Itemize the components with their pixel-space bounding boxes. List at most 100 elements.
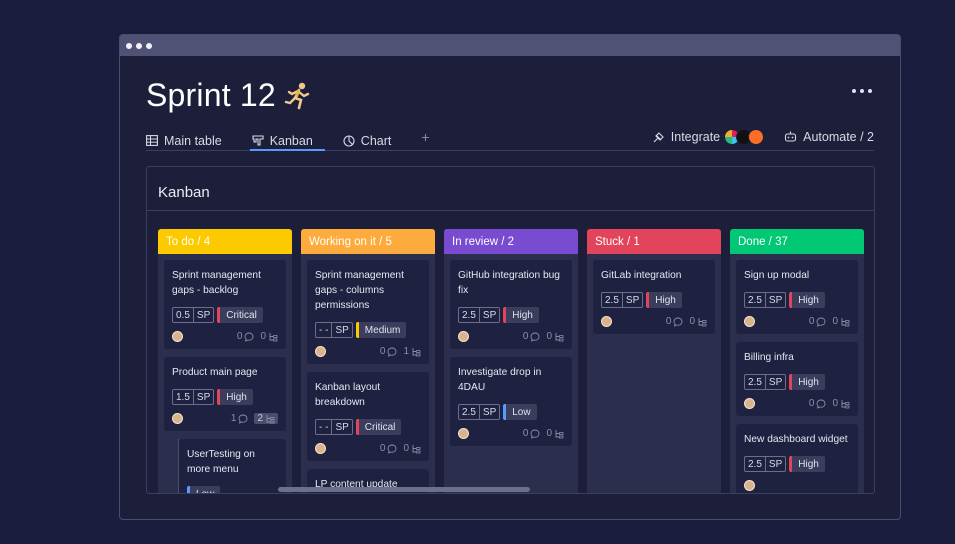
priority-badge[interactable]: High <box>646 292 682 308</box>
card-meta: 00 <box>315 443 421 454</box>
horizontal-scrollbar[interactable] <box>278 487 530 492</box>
subitem-count[interactable]: 0 <box>832 316 850 327</box>
story-points-label: SP <box>768 294 783 306</box>
tab-chart[interactable]: Chart <box>343 129 391 150</box>
add-view-button[interactable]: + <box>421 129 429 145</box>
kanban-card[interactable]: Kanban layout breakdown - - SP Critical 0 0 <box>307 372 429 461</box>
column-header[interactable]: To do / 4 <box>158 229 292 254</box>
priority-badge[interactable]: Low <box>503 404 537 420</box>
priority-badge[interactable]: High <box>503 307 539 323</box>
comment-count[interactable]: 1 <box>231 413 249 424</box>
priority-badge[interactable]: High <box>789 374 825 390</box>
column-body: GitHub integration bug fix 2.5 SP High 0 0 Inv… <box>444 254 578 454</box>
avatar[interactable] <box>744 316 755 327</box>
avatar[interactable] <box>172 331 183 342</box>
comment-count[interactable]: 0 <box>523 331 541 342</box>
comment-icon <box>673 317 683 327</box>
column-header[interactable]: In review / 2 <box>444 229 578 254</box>
column-header[interactable]: Working on it / 5 <box>301 229 435 254</box>
card-title: Sprint management gaps - backlog <box>172 270 261 296</box>
priority-badge[interactable]: High <box>789 456 825 472</box>
kanban-column: Working on it / 5 Sprint management gaps … <box>301 229 435 493</box>
story-points-value: - - <box>316 420 333 434</box>
integrate-button[interactable]: Integrate <box>671 130 720 144</box>
story-points[interactable]: 1.5 SP <box>172 389 215 405</box>
priority-badge[interactable]: Low <box>187 486 221 493</box>
kanban-card[interactable]: Billing infra 2.5 SP High 0 0 <box>736 342 858 416</box>
story-points-value: 2.5 <box>745 375 766 389</box>
avatar[interactable] <box>172 413 183 424</box>
comment-count[interactable]: 0 <box>380 346 398 357</box>
subitem-count[interactable]: 1 <box>403 346 421 357</box>
comment-count[interactable]: 0 <box>237 331 255 342</box>
comment-count[interactable]: 0 <box>523 428 541 439</box>
card-meta: 00 <box>458 428 564 439</box>
story-points-value: 2.5 <box>602 293 623 307</box>
card-title: GitLab integration <box>601 270 682 281</box>
story-points-label: SP <box>335 324 349 336</box>
subitem-count[interactable]: 0 <box>403 443 421 454</box>
card-tags: 1.5 SP High <box>172 389 278 405</box>
priority-badge[interactable]: High <box>217 389 253 405</box>
subitem-count[interactable]: 0 <box>260 331 278 342</box>
kanban-card[interactable]: Product main page 1.5 SP High 1 2 <box>164 357 286 431</box>
kanban-card[interactable]: GitLab integration 2.5 SP High 0 0 <box>593 260 715 334</box>
kanban-card[interactable]: GitHub integration bug fix 2.5 SP High 0 0 <box>450 260 572 349</box>
avatar[interactable] <box>744 480 755 491</box>
card-tags: 2.5 SP High <box>601 292 707 308</box>
story-points[interactable]: 0.5 SP <box>172 307 215 323</box>
tab-kanban[interactable]: Kanban <box>249 129 325 151</box>
comment-count[interactable]: 0 <box>809 316 827 327</box>
avatar[interactable] <box>744 398 755 409</box>
kanban-card[interactable]: Sprint management gaps - columns permiss… <box>307 260 429 364</box>
automate-button[interactable]: Automate / 2 <box>803 130 874 144</box>
comment-count[interactable]: 0 <box>666 316 684 327</box>
story-points[interactable]: 2.5 SP <box>458 404 501 420</box>
subitem-count[interactable]: 0 <box>546 331 564 342</box>
column-header[interactable]: Stuck / 1 <box>587 229 721 254</box>
kanban-column: Done / 37 Sign up modal 2.5 SP High 0 0 Billing… <box>730 229 864 493</box>
story-points-value: 0.5 <box>173 308 194 322</box>
column-header[interactable]: Done / 37 <box>730 229 864 254</box>
more-options-button[interactable] <box>852 89 872 93</box>
subitem-group: UserTesting on more menu Low <box>178 439 286 493</box>
tab-main-table[interactable]: Main table <box>146 129 222 150</box>
avatar[interactable] <box>458 331 469 342</box>
comment-count[interactable]: 0 <box>809 398 827 409</box>
subitems-icon <box>412 444 421 453</box>
priority-badge[interactable]: Critical <box>217 307 263 323</box>
subitem-count[interactable]: 2 <box>254 413 278 424</box>
comment-count[interactable]: 0 <box>380 443 398 454</box>
table-icon <box>146 135 158 146</box>
story-points[interactable]: 2.5 SP <box>601 292 644 308</box>
card-tags: 2.5 SP High <box>458 307 564 323</box>
priority-badge[interactable]: Medium <box>355 322 407 338</box>
story-points-value: 2.5 <box>745 293 766 307</box>
subitem-card[interactable]: UserTesting on more menu Low <box>179 439 286 493</box>
story-points-label: SP <box>768 376 783 388</box>
priority-badge[interactable]: High <box>789 292 825 308</box>
integration-apps[interactable] <box>724 129 765 145</box>
subitem-count[interactable]: 0 <box>546 428 564 439</box>
avatar[interactable] <box>315 346 326 357</box>
avatar[interactable] <box>458 428 469 439</box>
comment-count-value: 1 <box>230 413 237 424</box>
avatar[interactable] <box>601 316 612 327</box>
subitem-count[interactable]: 0 <box>832 398 850 409</box>
story-points[interactable]: 2.5 SP <box>744 456 787 472</box>
kanban-card[interactable]: Sign up modal 2.5 SP High 0 0 <box>736 260 858 334</box>
kanban-card[interactable]: New dashboard widget 2.5 SP High <box>736 424 858 493</box>
kanban-columns: To do / 4 Sprint management gaps - backlo… <box>158 229 864 493</box>
kanban-card[interactable]: Investigate drop in 4DAU 2.5 SP Low 0 0 <box>450 357 572 446</box>
story-points[interactable]: - - SP <box>315 322 353 338</box>
story-points[interactable]: 2.5 SP <box>744 292 787 308</box>
story-points[interactable]: - - SP <box>315 419 353 435</box>
kanban-card[interactable]: Sprint management gaps - backlog 0.5 SP Cri… <box>164 260 286 349</box>
avatar[interactable] <box>315 443 326 454</box>
window-dot-icon <box>146 42 152 49</box>
story-points[interactable]: 2.5 SP <box>744 374 787 390</box>
priority-badge[interactable]: Critical <box>355 419 402 435</box>
card-title: New dashboard widget <box>744 434 848 445</box>
story-points[interactable]: 2.5 SP <box>458 307 501 323</box>
subitem-count[interactable]: 0 <box>689 316 707 327</box>
